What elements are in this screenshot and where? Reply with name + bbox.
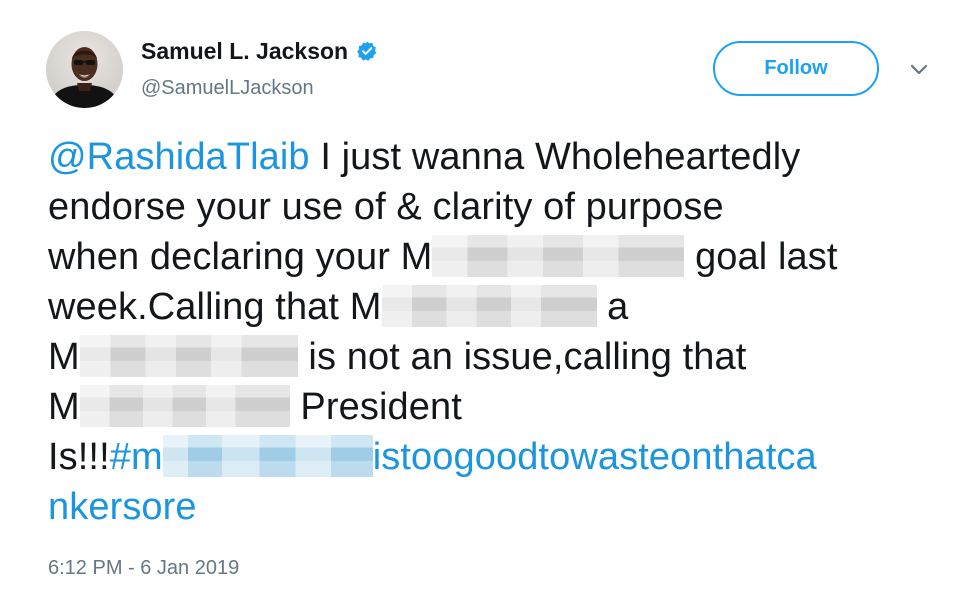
follow-button-label: Follow	[764, 57, 828, 79]
author-handle[interactable]: @SamuelLJackson	[141, 77, 314, 100]
author-display-name[interactable]: Samuel L. Jackson	[141, 38, 348, 65]
hashtag-text: istoogoodtowasteonthatca	[372, 436, 817, 478]
tweet-line: Is!!!#m istoogoodtowasteonthatca	[48, 432, 948, 482]
author-name-row: Samuel L. Jackson	[141, 36, 378, 66]
tweet-text-fragment: when declaring your M	[48, 236, 433, 278]
tweet-line: when declaring your M goal last	[48, 232, 948, 282]
hashtag-text: #m	[109, 436, 163, 478]
tweet-text-fragment: I just wanna Wholeheartedly	[309, 136, 801, 178]
chevron-down-icon[interactable]	[908, 62, 930, 78]
redaction-blur	[432, 235, 685, 277]
follow-button[interactable]: Follow	[713, 41, 879, 96]
tweet-text-fragment: M	[48, 336, 80, 378]
tweet-card: Samuel L. Jackson @SamuelLJackson Follow…	[0, 0, 980, 603]
tweet-line: @RashidaTlaib I just wanna Wholeheartedl…	[48, 132, 948, 182]
tweet-text-fragment: M	[48, 386, 80, 428]
tweet-text-fragment: goal last	[684, 236, 838, 278]
redaction-blur	[381, 285, 597, 327]
tweet-timestamp[interactable]: 6:12 PM - 6 Jan 2019	[48, 557, 239, 580]
tweet-text-fragment: is not an issue,calling that	[297, 336, 747, 378]
tweet-line: M President	[48, 382, 948, 432]
avatar[interactable]	[46, 31, 123, 108]
tweet-line: week.Calling that M a	[48, 282, 948, 332]
redaction-blur	[162, 435, 373, 477]
tweet-text-fragment: endorse your use of & clarity of purpose	[48, 186, 724, 228]
tweet-text-fragment: President	[289, 386, 462, 428]
tweet-text-fragment: week.Calling that M	[48, 286, 382, 328]
tweet-text: @RashidaTlaib I just wanna Wholeheartedl…	[48, 132, 948, 532]
tweet-text-fragment: a	[596, 286, 629, 328]
tweet-text-fragment: Is!!!	[48, 436, 110, 478]
hashtag-link[interactable]: #m istoogoodtowasteonthatca	[109, 435, 817, 478]
tweet-line: M is not an issue,calling that	[48, 332, 948, 382]
tweet-line: endorse your use of & clarity of purpose	[48, 182, 948, 232]
redaction-blur	[79, 385, 290, 427]
avatar-portrait	[48, 47, 121, 108]
verified-badge-icon	[356, 40, 378, 62]
hashtag-link-continued[interactable]: nkersore	[48, 486, 197, 528]
tweet-line: nkersore	[48, 482, 948, 532]
mention-link[interactable]: @RashidaTlaib	[48, 136, 310, 178]
redaction-blur	[79, 335, 298, 377]
